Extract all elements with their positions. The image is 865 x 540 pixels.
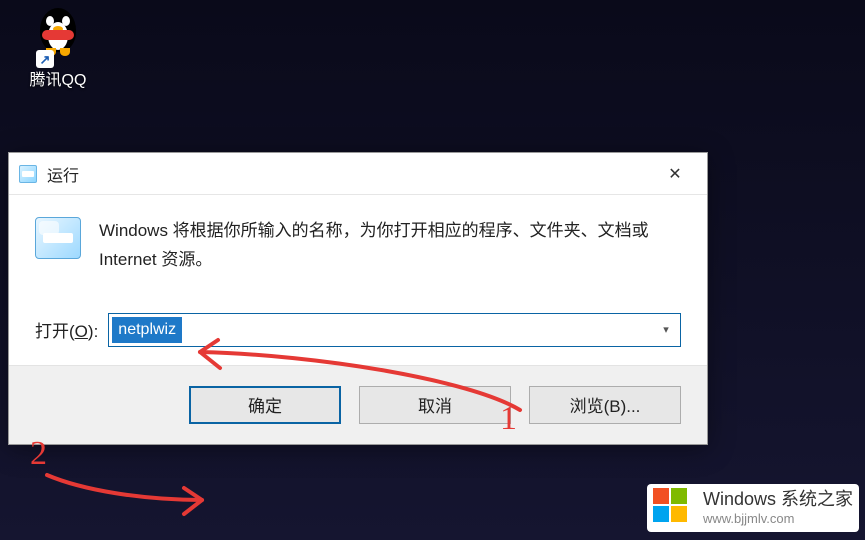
close-button[interactable]: ✕	[653, 158, 697, 190]
watermark: Windows 系统之家 www.bjjmlv.com	[647, 484, 859, 532]
annotation-number-1: 1	[500, 400, 517, 438]
browse-button[interactable]: 浏览(B)...	[529, 386, 681, 424]
annotation-arrow-2	[42, 470, 222, 520]
window-title: 运行	[47, 162, 79, 186]
qq-icon: ↗	[28, 0, 88, 60]
shortcut-arrow-icon: ↗	[36, 50, 54, 68]
watermark-title: Windows 系统之家	[703, 489, 853, 511]
cancel-button[interactable]: 取消	[359, 386, 511, 424]
button-bar: 确定 取消 浏览(B)...	[9, 365, 707, 444]
run-large-icon	[35, 217, 81, 259]
run-description: Windows 将根据你所输入的名称，为你打开相应的程序、文件夹、文档或 Int…	[99, 217, 681, 275]
desktop-icon-label: 腾讯QQ	[18, 66, 98, 90]
titlebar[interactable]: 运行 ✕	[9, 153, 707, 195]
desktop-icon-qq[interactable]: ↗ 腾讯QQ	[18, 0, 98, 90]
open-label: 打开(O):	[35, 317, 98, 342]
annotation-number-2: 2	[30, 435, 47, 473]
run-icon	[19, 165, 37, 183]
open-input[interactable]	[109, 314, 652, 346]
ok-button[interactable]: 确定	[189, 386, 341, 424]
open-combobox[interactable]: netplwiz ▾	[108, 313, 681, 347]
chevron-down-icon[interactable]: ▾	[652, 314, 680, 346]
close-icon: ✕	[668, 164, 681, 184]
watermark-url: www.bjjmlv.com	[703, 511, 853, 527]
desktop-background: ↗ 腾讯QQ 运行 ✕ Windows 将根据你所输入的名称，为你打开相应的程序…	[0, 0, 865, 540]
windows-logo-icon	[653, 488, 693, 528]
run-dialog: 运行 ✕ Windows 将根据你所输入的名称，为你打开相应的程序、文件夹、文档…	[8, 152, 708, 445]
